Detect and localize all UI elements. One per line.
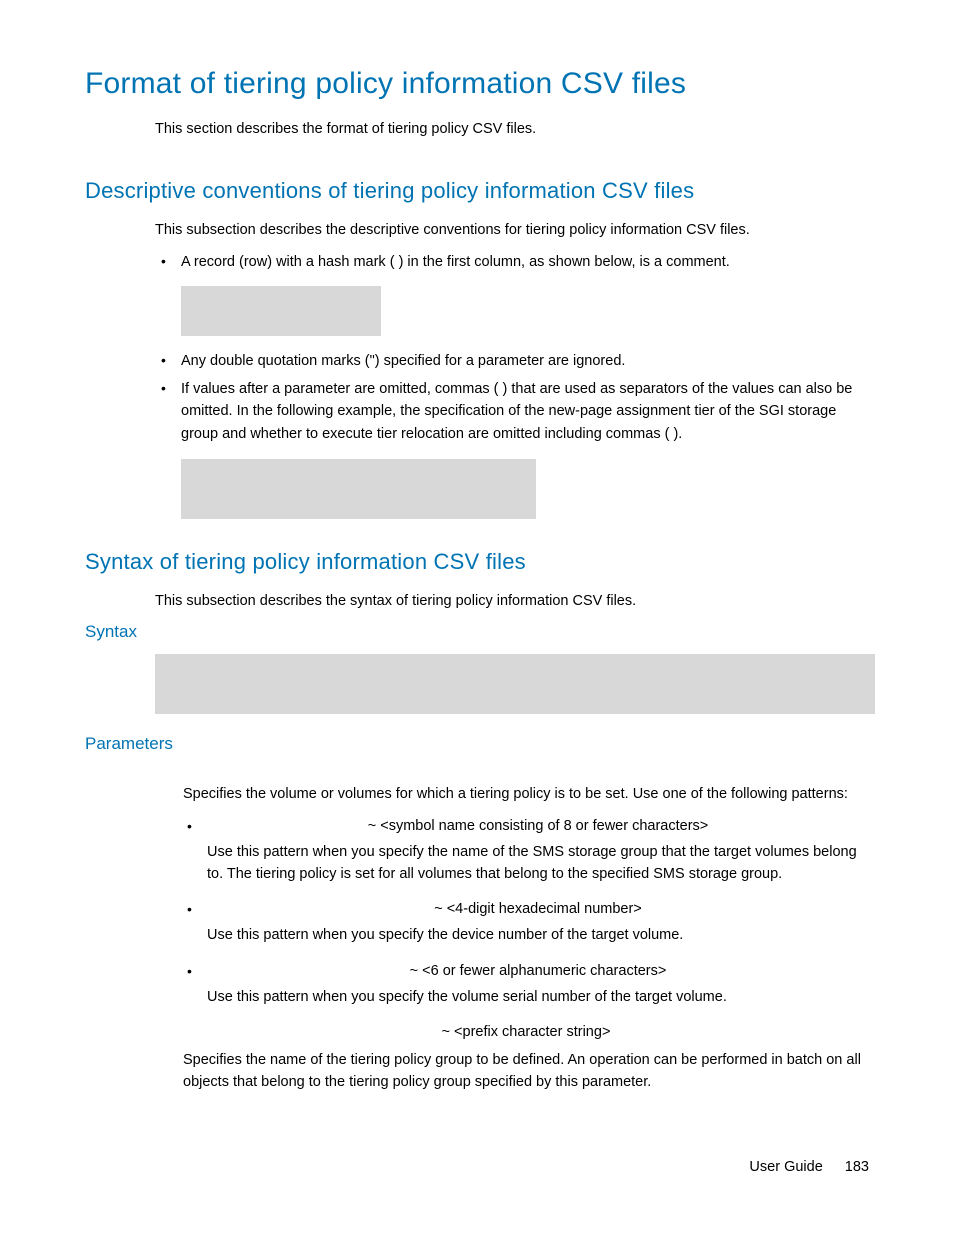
code-block-placeholder (181, 286, 381, 336)
bullet-item: A record (row) with a hash mark ( ) in t… (155, 251, 869, 273)
prefix-desc: Specifies the name of the tiering policy… (183, 1050, 869, 1094)
bullet-item: If values after a parameter are omitted,… (155, 378, 869, 445)
params-intro: Specifies the volume or volumes for whic… (183, 784, 869, 806)
section1-bullets: A record (row) with a hash mark ( ) in t… (155, 251, 869, 273)
pattern-desc: Use this pattern when you specify the vo… (207, 989, 727, 1005)
prefix-label: ~ <prefix character string> (183, 1022, 869, 1044)
pattern-label: ~ <6 or fewer alphanumeric characters> (207, 961, 869, 983)
bullet-item: Any double quotation marks (") specified… (155, 350, 869, 372)
pattern-item: ~ <symbol name consisting of 8 or fewer … (183, 816, 869, 885)
pattern-item: ~ <4-digit hexadecimal number> Use this … (183, 899, 869, 947)
page-title: Format of tiering policy information CSV… (85, 67, 869, 101)
page-number: 183 (845, 1159, 869, 1175)
code-block-placeholder (155, 654, 875, 714)
page-content: Format of tiering policy information CSV… (0, 0, 954, 1134)
pattern-item: ~ <6 or fewer alphanumeric characters> U… (183, 961, 869, 1009)
page-footer: User Guide 183 (749, 1159, 869, 1175)
section1-bullets-cont: Any double quotation marks (") specified… (155, 350, 869, 446)
section-descriptive-conventions: Descriptive conventions of tiering polic… (85, 178, 869, 204)
pattern-label: ~ <symbol name consisting of 8 or fewer … (207, 816, 869, 838)
intro-text: This section describes the format of tie… (155, 119, 869, 140)
section1-intro: This subsection describes the descriptiv… (155, 220, 869, 241)
pattern-list: ~ <symbol name consisting of 8 or fewer … (183, 816, 869, 1008)
section2-intro: This subsection describes the syntax of … (155, 591, 869, 612)
code-block-placeholder (181, 459, 536, 519)
syntax-subheading: Syntax (85, 622, 869, 642)
section-syntax: Syntax of tiering policy information CSV… (85, 549, 869, 575)
pattern-desc: Use this pattern when you specify the de… (207, 927, 683, 943)
parameters-body: Specifies the volume or volumes for whic… (183, 784, 869, 1093)
pattern-label: ~ <4-digit hexadecimal number> (207, 899, 869, 921)
parameters-subheading: Parameters (85, 734, 869, 754)
footer-label: User Guide (749, 1159, 822, 1175)
pattern-desc: Use this pattern when you specify the na… (207, 844, 857, 882)
